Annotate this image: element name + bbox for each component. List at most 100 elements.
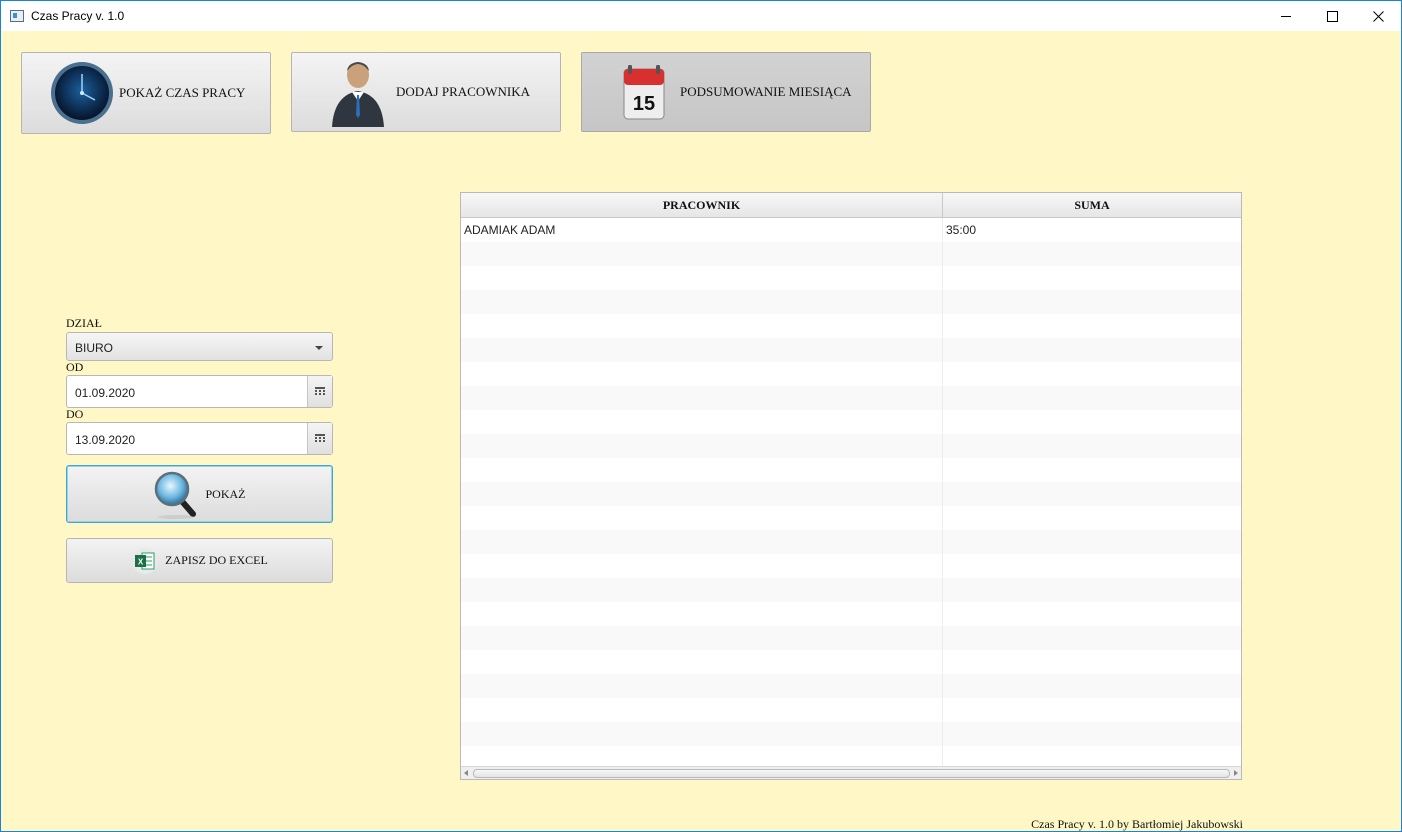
calendar-day-number: 15 xyxy=(633,93,655,115)
scrollbar-thumb[interactable] xyxy=(473,769,1230,778)
cell-empty xyxy=(943,578,1241,602)
table-row-empty xyxy=(461,554,1241,578)
table-row[interactable]: ADAMIAK ADAM 35:00 xyxy=(461,218,1241,242)
maximize-icon xyxy=(1326,10,1338,22)
table-row-empty xyxy=(461,290,1241,314)
cell-total: 35:00 xyxy=(946,223,977,237)
show-work-time-button[interactable]: POKAŻ CZAS PRACY xyxy=(21,52,271,134)
from-date-field[interactable]: 01.09.2020 xyxy=(66,375,333,408)
summary-table: PRACOWNIK SUMA ADAMIAK ADAM 35:00 xyxy=(460,192,1242,780)
table-row-empty xyxy=(461,266,1241,290)
save-to-excel-button[interactable]: X ZAPISZ DO EXCEL xyxy=(66,538,333,583)
add-employee-button[interactable]: DODAJ PRACOWNIKA xyxy=(291,52,561,132)
app-icon xyxy=(10,10,24,22)
table-row-empty xyxy=(461,434,1241,458)
scroll-right-icon[interactable] xyxy=(1234,770,1238,776)
scroll-left-icon[interactable] xyxy=(464,770,468,776)
maximize-button[interactable] xyxy=(1309,1,1355,31)
calendar-icon: 15 xyxy=(623,65,665,120)
table-header: PRACOWNIK SUMA xyxy=(461,193,1241,218)
table-row-empty xyxy=(461,362,1241,386)
table-row-empty xyxy=(461,698,1241,722)
from-date-label: OD xyxy=(66,360,84,374)
chevron-down-icon xyxy=(315,346,323,350)
table-row-empty xyxy=(461,338,1241,362)
cell-employee: ADAMIAK ADAM xyxy=(461,218,943,242)
cell-empty xyxy=(943,290,1241,314)
cell-empty xyxy=(943,338,1241,362)
cell-empty xyxy=(461,554,943,578)
cell-empty xyxy=(461,266,943,290)
person-icon xyxy=(332,62,384,127)
close-icon xyxy=(1372,10,1384,22)
show-work-time-label: POKAŻ CZAS PRACY xyxy=(119,85,246,100)
cell-empty xyxy=(461,578,943,602)
cell-empty xyxy=(461,410,943,434)
table-row-empty xyxy=(461,458,1241,482)
table-body: ADAMIAK ADAM 35:00 xyxy=(461,218,1241,770)
table-row-empty xyxy=(461,314,1241,338)
minimize-icon xyxy=(1281,15,1291,17)
department-value: BIURO xyxy=(75,341,114,355)
cell-empty xyxy=(943,458,1241,482)
table-row-empty xyxy=(461,482,1241,506)
table-row-empty xyxy=(461,386,1241,410)
show-button-label: POKAŻ xyxy=(205,486,246,501)
horizontal-scrollbar[interactable] xyxy=(461,766,1241,779)
add-employee-label: DODAJ PRACOWNIKA xyxy=(396,84,530,99)
from-date-picker-button[interactable] xyxy=(307,376,332,407)
to-date-value: 13.09.2020 xyxy=(75,433,136,447)
month-summary-button[interactable]: 15 PODSUMOWANIE MIESIĄCA xyxy=(581,52,871,132)
cell-empty xyxy=(461,338,943,362)
table-row-empty xyxy=(461,626,1241,650)
cell-empty xyxy=(461,458,943,482)
cell-empty xyxy=(943,602,1241,626)
footer-credit: Czas Pracy v. 1.0 by Bartłomiej Jakubows… xyxy=(1031,817,1243,831)
column-header-employee[interactable]: PRACOWNIK xyxy=(461,193,943,217)
column-header-total[interactable]: SUMA xyxy=(943,193,1241,217)
cell-empty xyxy=(461,722,943,746)
department-select[interactable]: BIURO xyxy=(66,332,333,361)
month-summary-label: PODSUMOWANIE MIESIĄCA xyxy=(680,84,852,99)
cell-empty xyxy=(461,506,943,530)
clock-icon xyxy=(51,62,113,124)
calendar-grid-icon xyxy=(315,434,325,442)
window-title: Czas Pracy v. 1.0 xyxy=(31,9,125,23)
table-row-empty xyxy=(461,722,1241,746)
department-label: DZIAŁ xyxy=(66,316,102,330)
table-row-empty xyxy=(461,602,1241,626)
cell-empty xyxy=(943,674,1241,698)
cell-empty xyxy=(461,362,943,386)
cell-empty xyxy=(943,362,1241,386)
svg-text:X: X xyxy=(138,557,144,566)
minimize-button[interactable] xyxy=(1263,1,1309,31)
magnifier-icon xyxy=(155,471,197,519)
save-to-excel-label: ZAPISZ DO EXCEL xyxy=(165,553,268,567)
cell-empty xyxy=(461,482,943,506)
table-row-empty xyxy=(461,674,1241,698)
cell-empty xyxy=(461,674,943,698)
show-button[interactable]: POKAŻ xyxy=(66,465,333,523)
cell-empty xyxy=(461,314,943,338)
cell-empty xyxy=(943,314,1241,338)
cell-empty xyxy=(461,626,943,650)
cell-empty xyxy=(943,650,1241,674)
from-date-value: 01.09.2020 xyxy=(75,386,136,400)
to-date-picker-button[interactable] xyxy=(307,423,332,454)
title-bar: Czas Pracy v. 1.0 xyxy=(1,1,1401,31)
to-date-field[interactable]: 13.09.2020 xyxy=(66,422,333,455)
cell-empty xyxy=(943,410,1241,434)
cell-empty xyxy=(943,722,1241,746)
cell-empty xyxy=(943,482,1241,506)
cell-empty xyxy=(461,242,943,266)
cell-empty xyxy=(943,242,1241,266)
app-window: Czas Pracy v. 1.0 POKAŻ CZAS PRACY DODAJ… xyxy=(0,0,1402,832)
table-row-empty xyxy=(461,410,1241,434)
cell-empty xyxy=(461,434,943,458)
cell-empty xyxy=(461,602,943,626)
close-button[interactable] xyxy=(1355,1,1401,31)
cell-empty xyxy=(943,698,1241,722)
cell-empty xyxy=(943,506,1241,530)
calendar-grid-icon xyxy=(315,387,325,395)
cell-empty xyxy=(461,530,943,554)
